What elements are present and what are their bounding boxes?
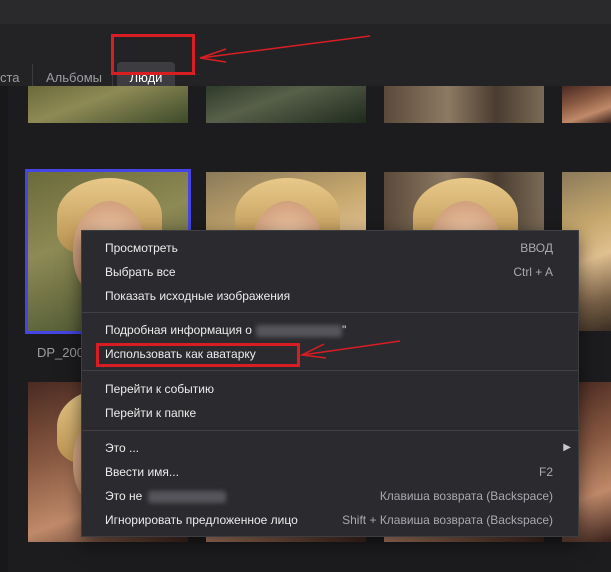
redacted-name xyxy=(255,324,342,337)
menu-item-go-to-folder[interactable]: Перейти к папке xyxy=(82,401,578,425)
menu-item-view[interactable]: Просмотреть ВВОД xyxy=(82,236,578,260)
menu-item-label: Подробная информация о " xyxy=(105,318,346,342)
menu-item-show-source-images[interactable]: Показать исходные изображения xyxy=(82,284,578,308)
menu-item-not-this[interactable]: Это не Клавиша возврата (Backspace) xyxy=(82,484,578,508)
menu-item-label: Игнорировать предложенное лицо xyxy=(105,513,298,527)
menu-item-label: Это ... xyxy=(105,441,139,455)
menu-item-label: Перейти к папке xyxy=(105,406,197,420)
photo-thumbnail[interactable] xyxy=(384,86,544,123)
menu-item-label-text: Это не xyxy=(105,489,143,503)
photo-thumbnail[interactable] xyxy=(206,86,366,123)
menu-item-use-as-avatar[interactable]: Использовать как аватарку xyxy=(82,342,578,366)
menu-item-shortcut: Ctrl + A xyxy=(513,265,553,279)
menu-item-enter-name[interactable]: Ввести имя... F2 xyxy=(82,460,578,484)
menu-item-select-all[interactable]: Выбрать все Ctrl + A xyxy=(82,260,578,284)
window-top-bar xyxy=(0,0,611,24)
menu-item-this-is[interactable]: Это ... ▶ xyxy=(82,436,578,460)
menu-item-label-suffix: " xyxy=(341,323,347,337)
menu-item-label: Просмотреть xyxy=(105,241,178,255)
left-edge-panel xyxy=(0,86,8,572)
menu-separator xyxy=(82,312,578,313)
menu-separator xyxy=(82,370,578,371)
submenu-arrow-icon: ▶ xyxy=(563,442,571,453)
menu-item-ignore-face[interactable]: Игнорировать предложенное лицо Shift + К… xyxy=(82,508,578,532)
redacted-name xyxy=(148,490,227,503)
context-menu: Просмотреть ВВОД Выбрать все Ctrl + A По… xyxy=(81,230,579,537)
tab-bar: ста Альбомы Люди xyxy=(0,24,611,94)
menu-item-label: Использовать как аватарку xyxy=(105,347,256,361)
menu-item-label-text: Подробная информация о xyxy=(105,323,252,337)
menu-item-label: Выбрать все xyxy=(105,265,176,279)
menu-item-go-to-event[interactable]: Перейти к событию xyxy=(82,377,578,401)
menu-item-label: Перейти к событию xyxy=(105,382,214,396)
menu-item-shortcut: F2 xyxy=(538,465,553,479)
photo-thumbnail[interactable] xyxy=(562,86,611,123)
menu-item-shortcut: ВВОД xyxy=(520,241,553,255)
photo-thumbnail[interactable] xyxy=(28,86,188,123)
menu-item-shortcut: Клавиша возврата (Backspace) xyxy=(379,489,553,503)
menu-item-details[interactable]: Подробная информация о " xyxy=(82,318,578,342)
menu-item-shortcut: Shift + Клавиша возврата (Backspace) xyxy=(342,513,553,527)
menu-item-label: Ввести имя... xyxy=(105,465,179,479)
menu-item-label: Это не xyxy=(105,484,227,508)
menu-item-label: Показать исходные изображения xyxy=(105,289,291,303)
photo-caption: DP_200 xyxy=(37,345,84,360)
menu-separator xyxy=(82,430,578,431)
